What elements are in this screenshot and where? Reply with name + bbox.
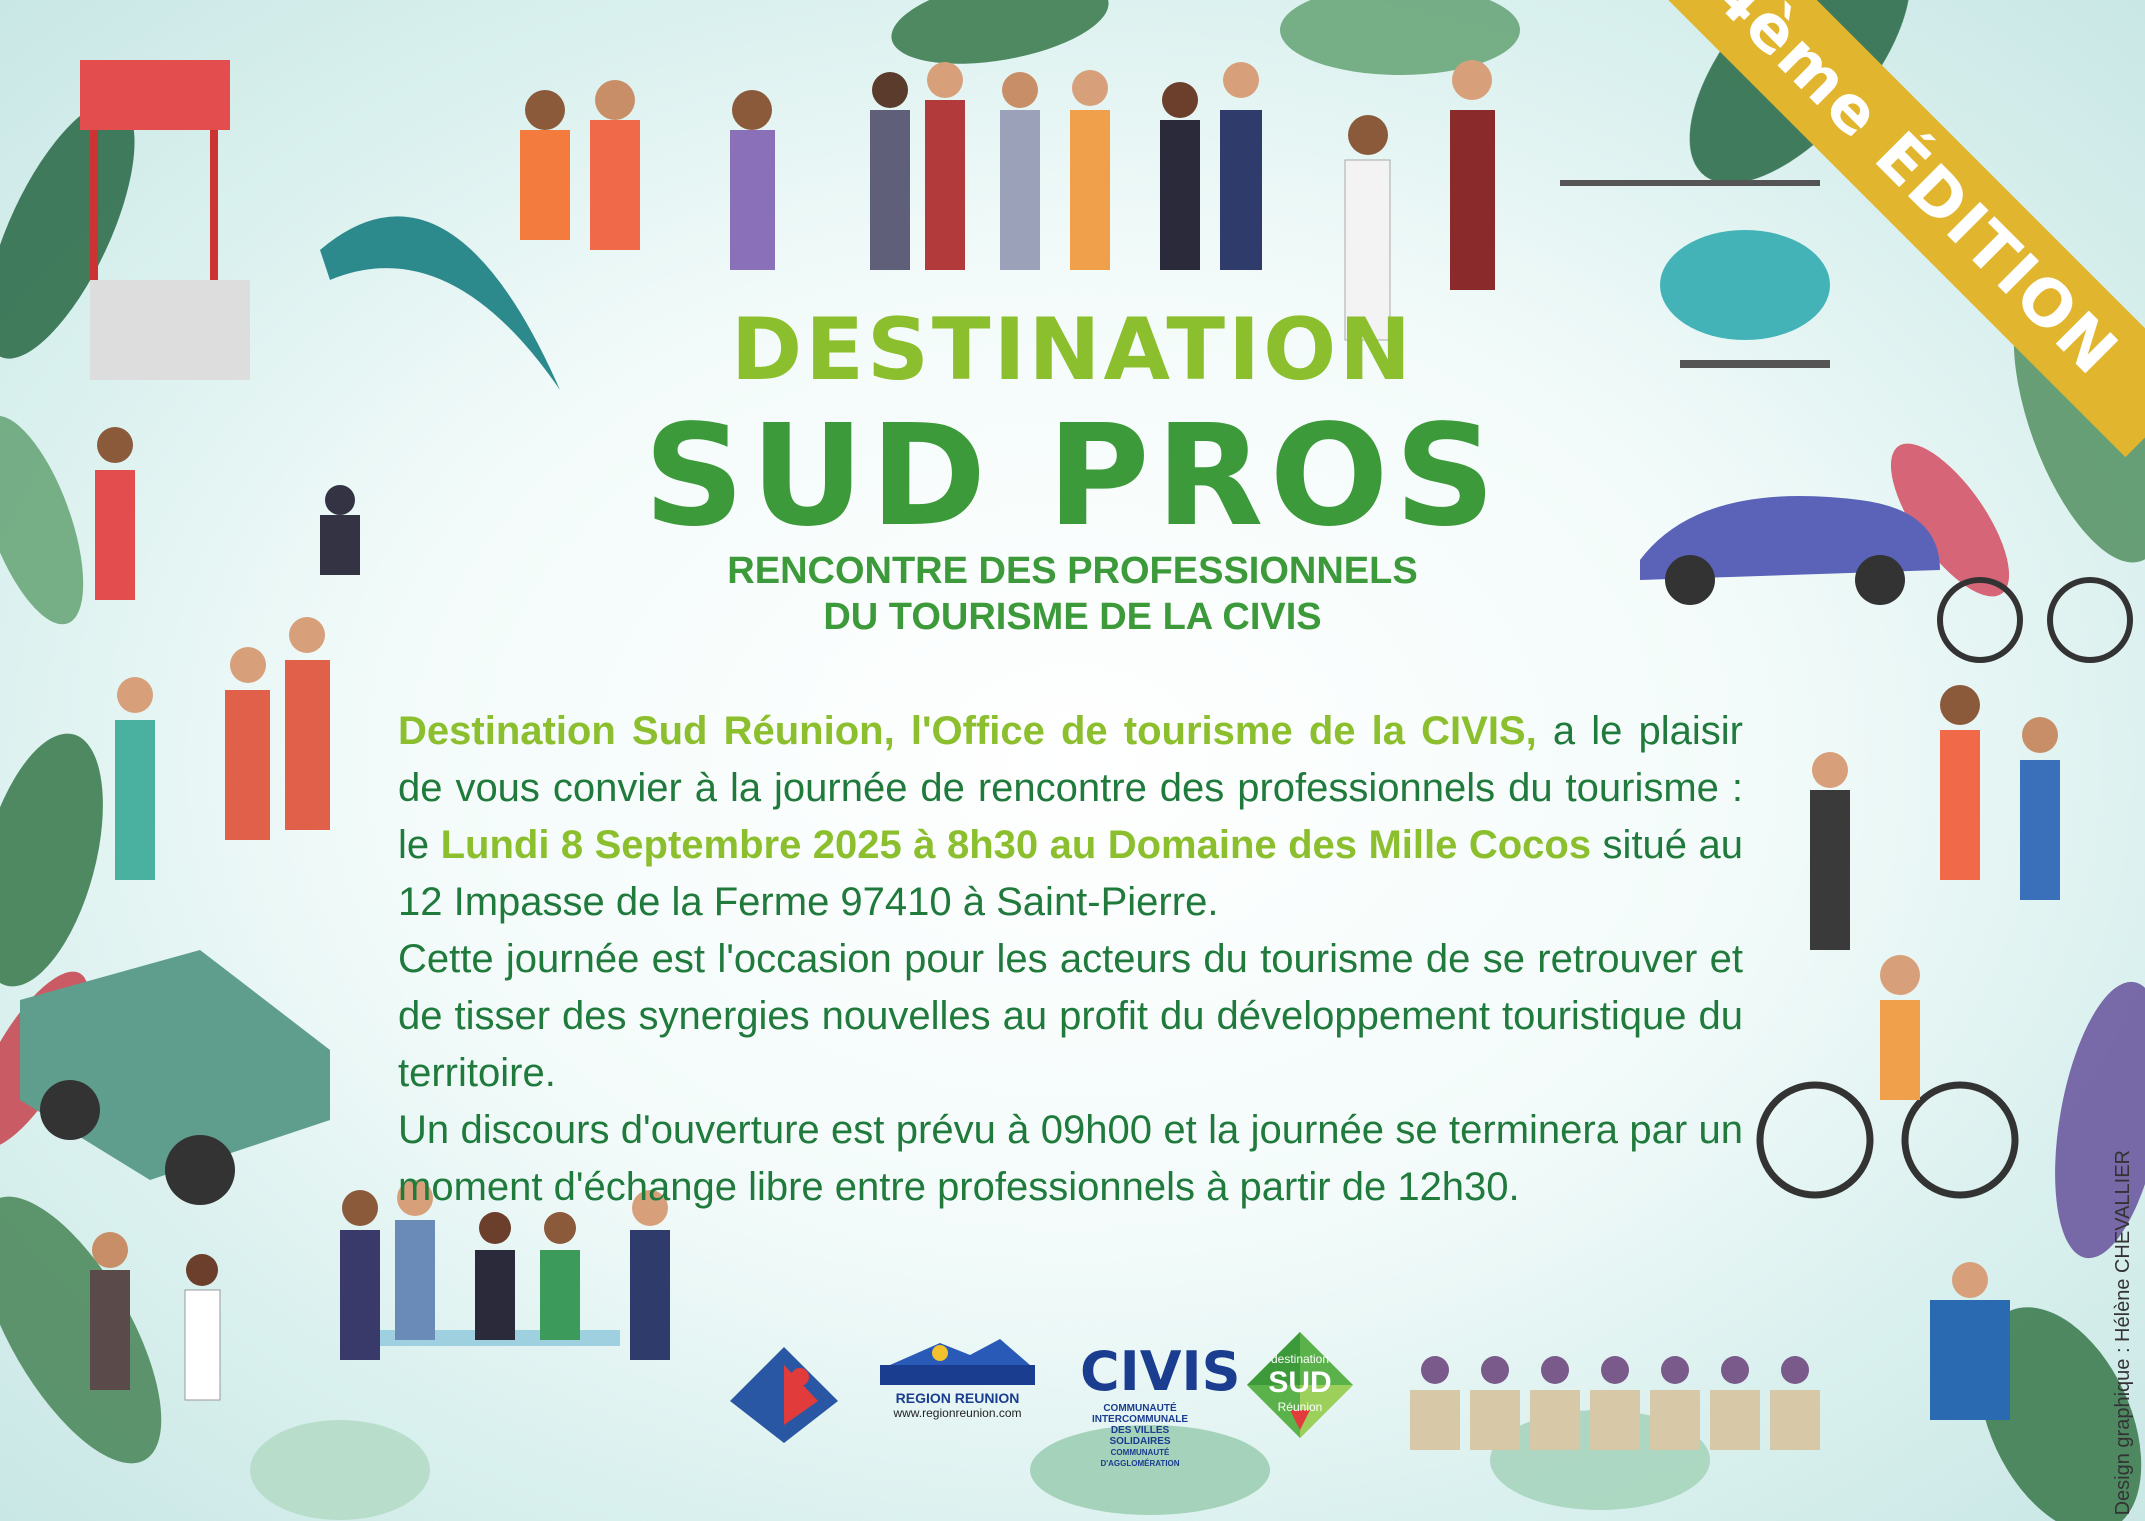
civis-label: CIVIS bbox=[1080, 1340, 1241, 1403]
civis-sub-3: COMMUNAUTÉ D'AGGLOMÉRATION bbox=[1100, 1448, 1180, 1468]
dest-mid-text: SUD bbox=[1268, 1366, 1332, 1399]
region-label: REGION REUNION bbox=[895, 1390, 1020, 1406]
title-sud-pros: SUD PROS bbox=[643, 395, 1502, 558]
civis-sub-1: COMMUNAUTÉ INTERCOMMUNALE bbox=[1091, 1403, 1189, 1425]
paragraph-3: Un discours d'ouverture est prévu à 09h0… bbox=[398, 1108, 1743, 1209]
logo-region-reunion: REGION REUNION www.regionreunion.com bbox=[880, 1335, 1035, 1420]
title-destination: DESTINATION bbox=[730, 300, 1415, 400]
design-credit: Design graphique : Hélène CHEVALLIER bbox=[2112, 1150, 2134, 1516]
organizer-highlight: Destination Sud Réunion, l'Office de tou… bbox=[398, 709, 1537, 753]
subtitle-line-1: RENCONTRE DES PROFESSIONNELS bbox=[727, 550, 1418, 592]
subtitle: RENCONTRE DES PROFESSIONNELS DU TOURISME… bbox=[0, 548, 2145, 640]
dest-top-text: destination bbox=[1270, 1352, 1330, 1366]
paragraph-1: Destination Sud Réunion, l'Office de tou… bbox=[398, 703, 1743, 931]
date-location-highlight: Lundi 8 Septembre 2025 à 8h30 au Domaine… bbox=[440, 823, 1592, 867]
mountain-icon bbox=[880, 1339, 1035, 1385]
dest-bot-text: Réunion bbox=[1277, 1400, 1323, 1414]
region-url: www.regionreunion.com bbox=[893, 1406, 1022, 1420]
invitation-body: Destination Sud Réunion, l'Office de tou… bbox=[398, 703, 1743, 1216]
civis-sub-2: DES VILLES SOLIDAIRES bbox=[1109, 1425, 1171, 1447]
paragraph-2: Cette journée est l'occasion pour les ac… bbox=[398, 937, 1743, 1095]
logo-civis: CIVIS COMMUNAUTÉ INTERCOMMUNALE DES VILL… bbox=[1080, 1340, 1241, 1469]
subtitle-line-2: DU TOURISME DE LA CIVIS bbox=[823, 596, 1322, 638]
logo-destination-sud-reunion: destination SUD Réunion bbox=[1245, 1330, 1355, 1440]
logo-reunion-region-icon bbox=[728, 1345, 840, 1445]
